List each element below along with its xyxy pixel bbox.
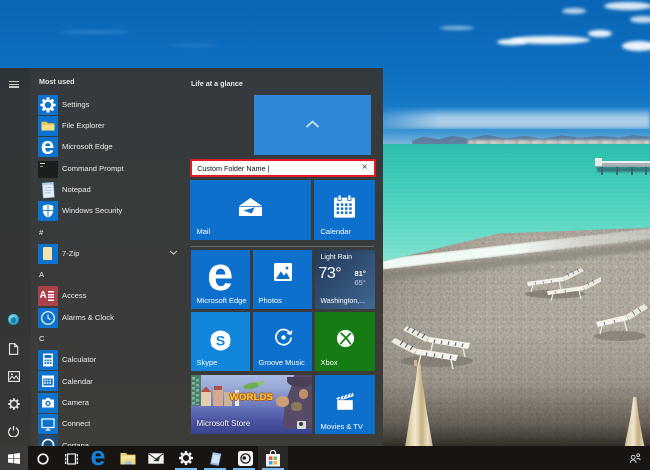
svg-text:S: S [216,333,225,349]
